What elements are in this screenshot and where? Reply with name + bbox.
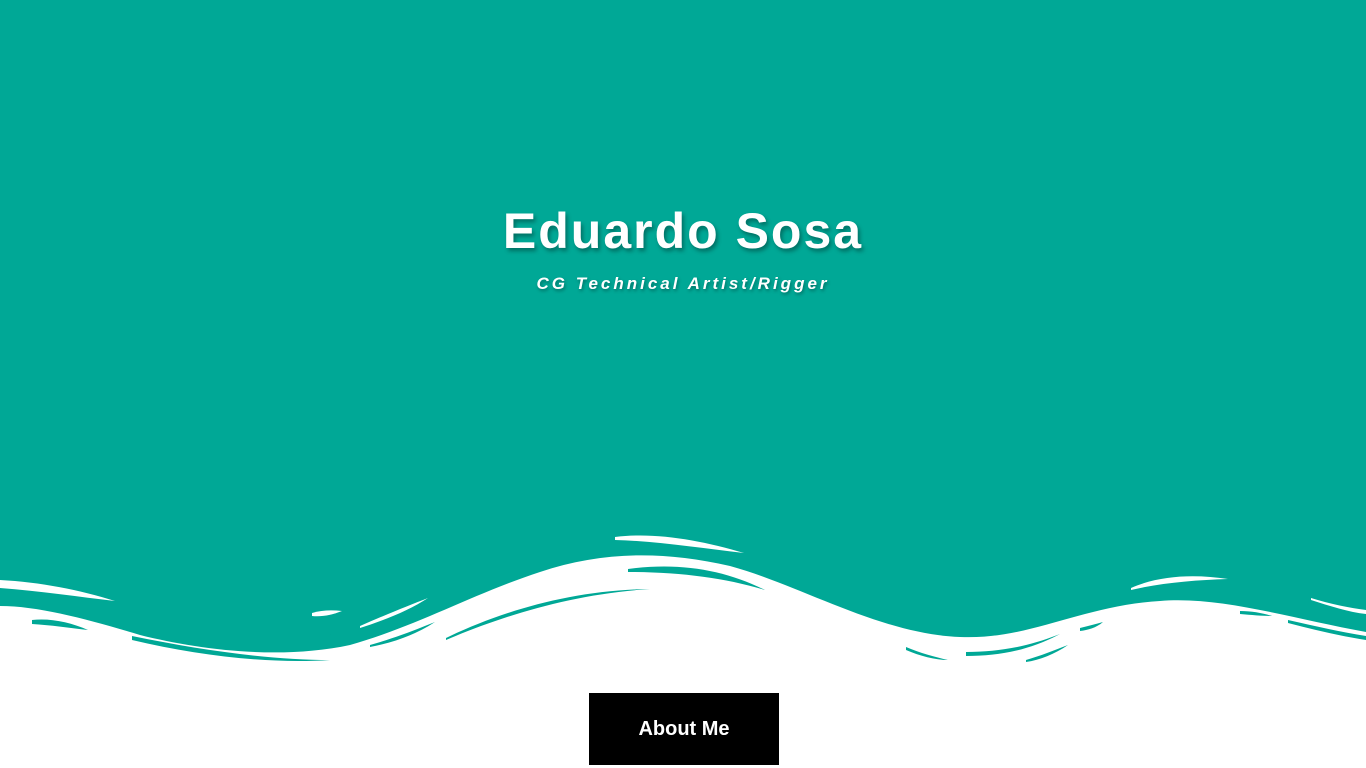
hero-heading: Eduardo Sosa CG Technical Artist/Rigger xyxy=(0,196,1366,296)
hero-wave-background xyxy=(0,0,1366,662)
hero-teal-fill xyxy=(0,0,1366,653)
hero-subtitle: CG Technical Artist/Rigger xyxy=(536,274,830,293)
hero-title: Eduardo Sosa xyxy=(502,203,864,259)
page: Eduardo Sosa CG Technical Artist/Rigger … xyxy=(0,0,1366,768)
about-me-button[interactable]: About Me xyxy=(589,693,779,765)
